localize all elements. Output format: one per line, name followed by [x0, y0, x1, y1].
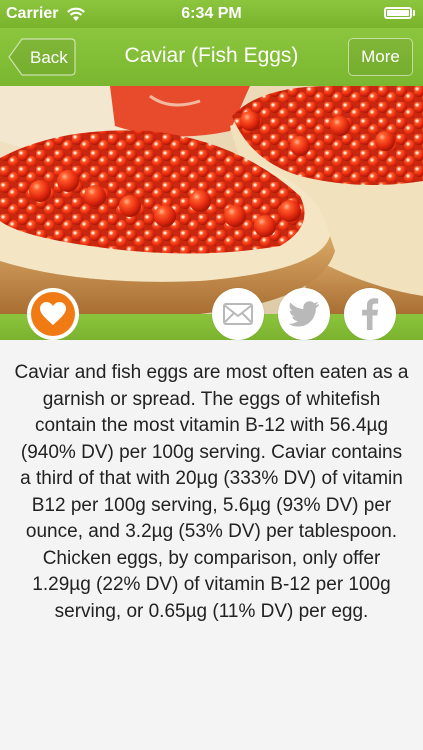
heart-icon: [40, 302, 66, 325]
favorite-button[interactable]: [27, 288, 79, 340]
favorite-background: [31, 292, 75, 336]
twitter-icon: [288, 301, 319, 327]
caviar-photo: [0, 86, 423, 314]
twitter-share-button[interactable]: [278, 288, 330, 340]
facebook-icon: [362, 298, 379, 330]
facebook-share-button[interactable]: [344, 288, 396, 340]
navigation-bar: Back Caviar (Fish Eggs) More: [0, 28, 423, 87]
email-share-button[interactable]: [212, 288, 264, 340]
caviar-photo-illustration: [0, 86, 423, 314]
status-bar: Carrier 6:34 PM: [0, 0, 423, 28]
mail-icon: [223, 303, 253, 325]
description-text: Caviar and fish eggs are most often eate…: [14, 362, 409, 622]
status-time: 6:34 PM: [181, 5, 242, 22]
more-button[interactable]: More: [348, 38, 413, 76]
battery-icon: [384, 7, 415, 19]
